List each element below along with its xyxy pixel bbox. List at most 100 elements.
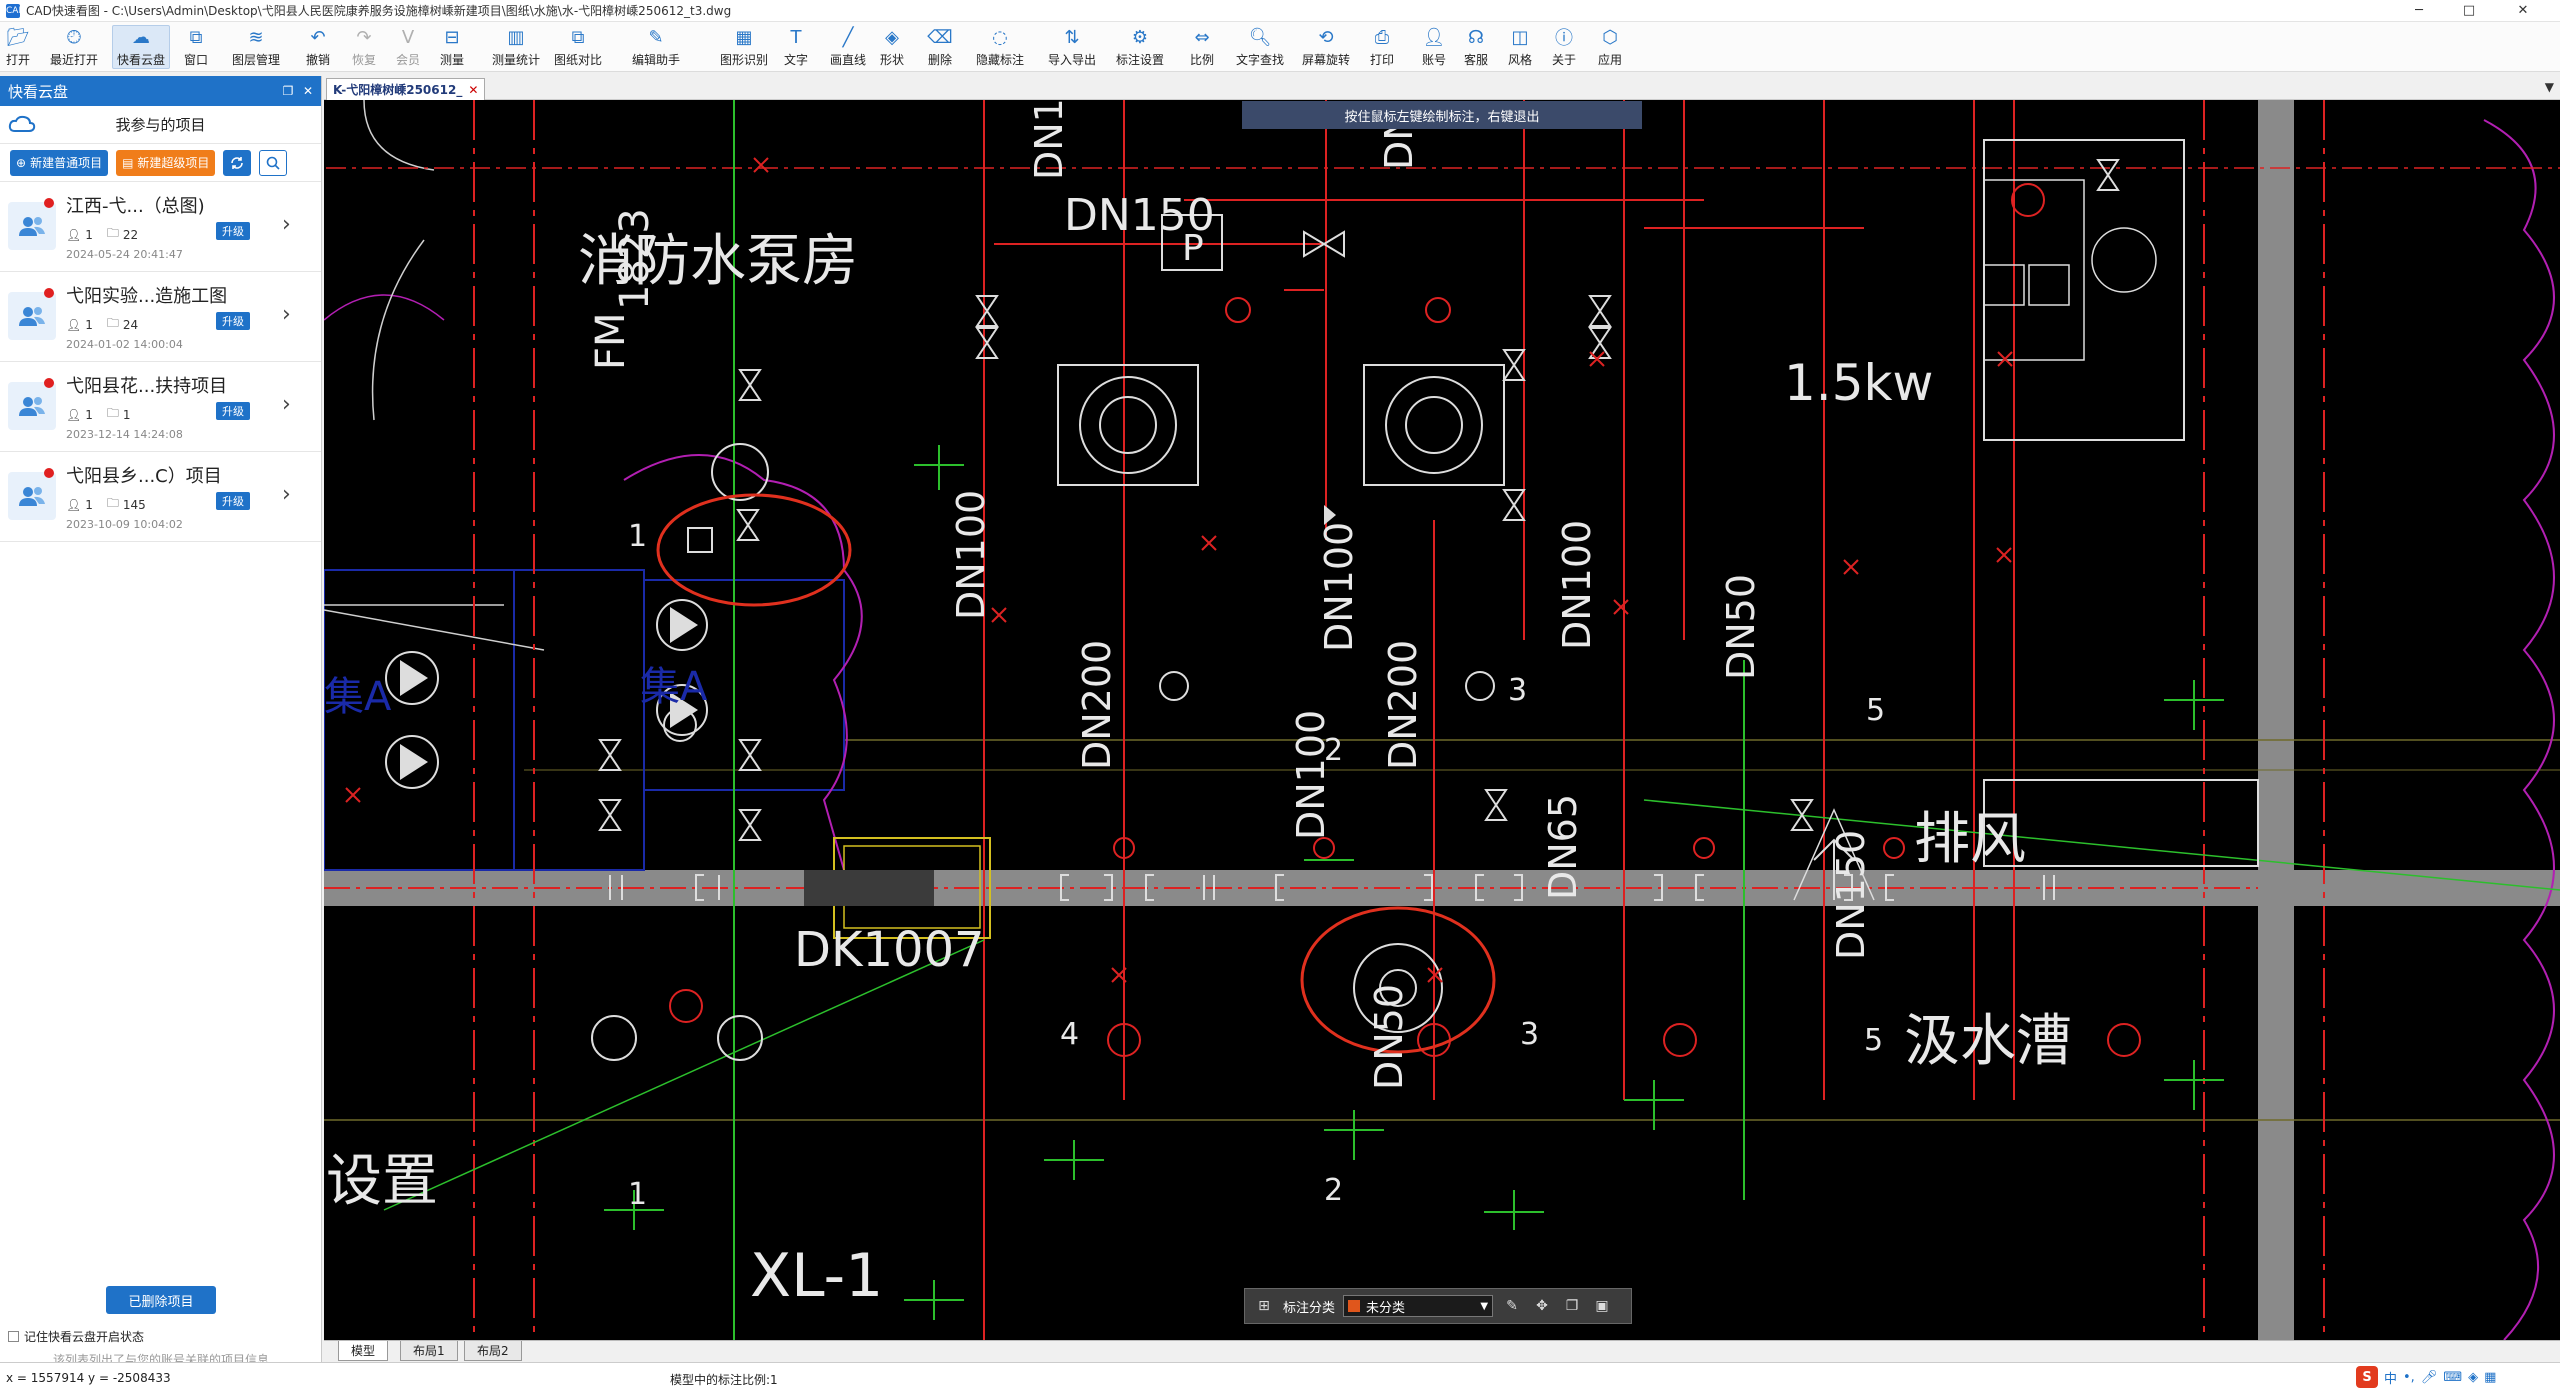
toolbar-button-open-folder[interactable]: 📂︎ 打开 xyxy=(6,25,30,69)
project-item[interactable]: 弋阳实验...造施工图 👤︎ 1 🗀︎ 24 升级 2024-01-02 14:00:04 › xyxy=(0,272,321,362)
member-count: 1 xyxy=(85,407,93,422)
toolbox-icon[interactable]: ▦ xyxy=(2484,1370,2496,1385)
copy-icon[interactable]: ❐ xyxy=(1561,1295,1583,1317)
annotation-ellipse-1[interactable] xyxy=(656,493,852,607)
annotation-scale: 模型中的标注比例:1 xyxy=(670,1373,778,1387)
toolbar-button-account[interactable]: 👤︎ 账号 xyxy=(1422,25,1446,69)
toolbar-button-print[interactable]: ⎙ 打印 xyxy=(1370,25,1394,69)
punctuation-icon[interactable]: •, xyxy=(2403,1370,2415,1385)
toolbar-button-scale[interactable]: ⇔ 比例 xyxy=(1190,25,1214,69)
project-group-icon xyxy=(8,202,56,250)
project-item[interactable]: 弋阳县乡...C）项目 👤︎ 1 🗀︎ 145 升级 2023-10-09 10:04:02… xyxy=(0,452,321,542)
toolbar-button-hide-annotation[interactable]: ◌ 隐藏标注 xyxy=(976,25,1024,69)
keyboard-icon[interactable]: ⌨ xyxy=(2443,1370,2462,1385)
move-icon[interactable]: ✥ xyxy=(1531,1295,1553,1317)
toolbar-button-cloud[interactable]: ☁ 快看云盘 xyxy=(112,25,171,69)
toolbar-button-vip[interactable]: V 会员 xyxy=(396,25,420,69)
toolbar-button-redo[interactable]: ↷ 恢复 xyxy=(352,25,376,69)
grid-apps-icon[interactable]: ⊞ xyxy=(1253,1295,1275,1317)
maximize-button[interactable]: □ xyxy=(2446,0,2492,22)
layout-tab-2[interactable]: 布局2 xyxy=(464,1341,522,1361)
file-count: 22 xyxy=(122,227,139,242)
chevron-right-icon[interactable]: › xyxy=(282,392,291,417)
upgrade-button[interactable]: 升级 xyxy=(216,222,250,240)
toolbar-button-info[interactable]: ⓘ 关于 xyxy=(1552,25,1576,69)
sogou-ime-icon[interactable]: S xyxy=(2356,1366,2378,1388)
toolbar-button-rotate-screen[interactable]: ⟲ 屏幕旋转 xyxy=(1302,25,1350,69)
toolbar-button-edit-assistant[interactable]: ✎ 编辑助手 xyxy=(632,25,680,69)
annotation-category-select[interactable]: 未分类 ▼ xyxy=(1343,1295,1494,1317)
cloud-panel-footer: 已删除项目 记住快看云盘开启状态 该列表列出了与您的账号关联的项目信息 xyxy=(0,1286,322,1368)
document-tab-label: K-弋阳樟树嵊250612_ xyxy=(333,83,463,97)
microphone-icon[interactable]: 🎤︎ xyxy=(2421,1370,2438,1385)
tab-list-dropdown-icon[interactable]: ▼ xyxy=(2545,80,2554,94)
remember-checkbox[interactable] xyxy=(8,1331,19,1342)
float-panel-icon[interactable]: ❐ xyxy=(280,83,296,99)
toolbar-button-measure-stats[interactable]: ▥ 测量统计 xyxy=(492,25,540,69)
new-normal-project-button[interactable]: ⊕ 新建普通项目 xyxy=(10,149,109,176)
annotation-category-label: 标注分类 xyxy=(1283,1300,1336,1316)
layout-tab-model[interactable]: 模型 xyxy=(338,1341,389,1361)
chevron-right-icon[interactable]: › xyxy=(282,212,291,237)
toolbar-button-style[interactable]: ◫ 风格 xyxy=(1508,25,1532,69)
upgrade-button[interactable]: 升级 xyxy=(216,492,250,510)
drawing-canvas[interactable]: DN150 P 消防水泵房 1.5kw 排风 汲水漕 设置 XL-1 DK100… xyxy=(324,100,2560,1340)
toolbar-button-recent-clock[interactable]: 🕘︎ 最近打开 xyxy=(50,25,98,69)
project-meta: 👤︎ 1 🗀︎ 22 xyxy=(66,224,138,245)
project-meta: 👤︎ 1 🗀︎ 24 xyxy=(66,314,138,335)
edit-icon[interactable]: ✎ xyxy=(1501,1295,1523,1317)
close-panel-icon[interactable]: ✕ xyxy=(300,83,316,99)
layout-tab-1[interactable]: 布局1 xyxy=(400,1341,458,1361)
toolbar-button-shape[interactable]: ◈ 形状 xyxy=(880,25,904,69)
deleted-projects-button[interactable]: 已删除项目 xyxy=(106,1286,216,1314)
toolbar-button-annotation-settings[interactable]: ⚙ 标注设置 xyxy=(1116,25,1164,69)
upgrade-button[interactable]: 升级 xyxy=(216,402,250,420)
new-super-project-button[interactable]: ▤ 新建超级项目 xyxy=(116,149,216,176)
toolbar-button-layers[interactable]: ≋ 图层管理 xyxy=(232,25,280,69)
upgrade-button[interactable]: 升级 xyxy=(216,312,250,330)
close-window-button[interactable]: ✕ xyxy=(2500,0,2546,22)
toolbar-button-compare[interactable]: ⧉ 图纸对比 xyxy=(554,25,602,69)
project-item[interactable]: 江西-弋...（总图) 👤︎ 1 🗀︎ 22 升级 2024-05-24 20:41:47 › xyxy=(0,182,321,272)
toolbar-label: 窗口 xyxy=(184,53,209,67)
document-tab[interactable]: K-弋阳樟树嵊250612_ ✕ xyxy=(326,78,486,100)
label-n3: 3 xyxy=(1508,673,1527,708)
window-title: CAD快速看图 - C:\Users\Admin\Desktop\弋阳县人民医院… xyxy=(26,4,732,18)
toolbar-button-apps-cube[interactable]: ⬡ 应用 xyxy=(1598,25,1622,69)
remember-state-option[interactable]: 记住快看云盘开启状态 xyxy=(0,1328,322,1345)
toolbar-button-undo[interactable]: ↶ 撤销 xyxy=(306,25,330,69)
toolbar-label: 快看云盘 xyxy=(117,53,166,67)
label-dn100-d: DN100 xyxy=(1289,710,1333,840)
paste-icon[interactable]: ▣ xyxy=(1591,1295,1613,1317)
project-date: 2024-01-02 14:00:04 xyxy=(66,338,183,351)
toolbar-button-measure[interactable]: ⊟ 测量 xyxy=(440,25,464,69)
skin-icon[interactable]: ◈ xyxy=(2468,1370,2478,1385)
label-fm: FM xyxy=(588,312,634,370)
toolbar-button-headset[interactable]: ☊ 客服 xyxy=(1464,25,1488,69)
member-icon: 👤︎ xyxy=(66,227,82,242)
chevron-right-icon[interactable]: › xyxy=(282,482,291,507)
ime-mode[interactable]: 中 xyxy=(2384,1368,2397,1387)
toolbar-button-line[interactable]: ╱ 画直线 xyxy=(830,25,866,69)
shape-icon: ◈ xyxy=(885,26,899,48)
toolbar-button-import-export[interactable]: ⇅ 导入导出 xyxy=(1048,25,1096,69)
minimize-button[interactable]: ─ xyxy=(2396,0,2442,22)
toolbar-button-text[interactable]: T 文字 xyxy=(784,25,808,69)
label-dn150-b: DN150 xyxy=(1829,830,1873,960)
toolbar-button-text-search[interactable]: 🔍︎ 文字查找 xyxy=(1236,25,1284,69)
app-logo-icon: CAD xyxy=(6,3,26,18)
refresh-button[interactable] xyxy=(223,149,252,176)
project-date: 2023-10-09 10:04:02 xyxy=(66,518,183,531)
toolbar-button-window[interactable]: ⧉ 窗口 xyxy=(184,25,208,69)
annotation-toolbar: ⊞ 标注分类 未分类 ▼ ✎ ✥ ❐ ▣ xyxy=(1244,1288,1632,1324)
close-tab-icon[interactable]: ✕ xyxy=(468,83,478,97)
toolbar-button-shape-recognition[interactable]: ▦ 图形识别 xyxy=(720,25,768,69)
project-name: 江西-弋...（总图) xyxy=(66,196,205,217)
scale-icon: ⇔ xyxy=(1194,26,1210,48)
project-item[interactable]: 弋阳县花...扶持项目 👤︎ 1 🗀︎ 1 升级 2023-12-14 14:24:08 › xyxy=(0,362,321,452)
toolbar-button-eraser[interactable]: ⌫ 删除 xyxy=(927,25,952,69)
new-super-project-label: 新建超级项目 xyxy=(137,156,210,170)
chevron-right-icon[interactable]: › xyxy=(282,302,291,327)
search-button[interactable] xyxy=(259,149,288,176)
compare-icon: ⧉ xyxy=(571,26,585,48)
